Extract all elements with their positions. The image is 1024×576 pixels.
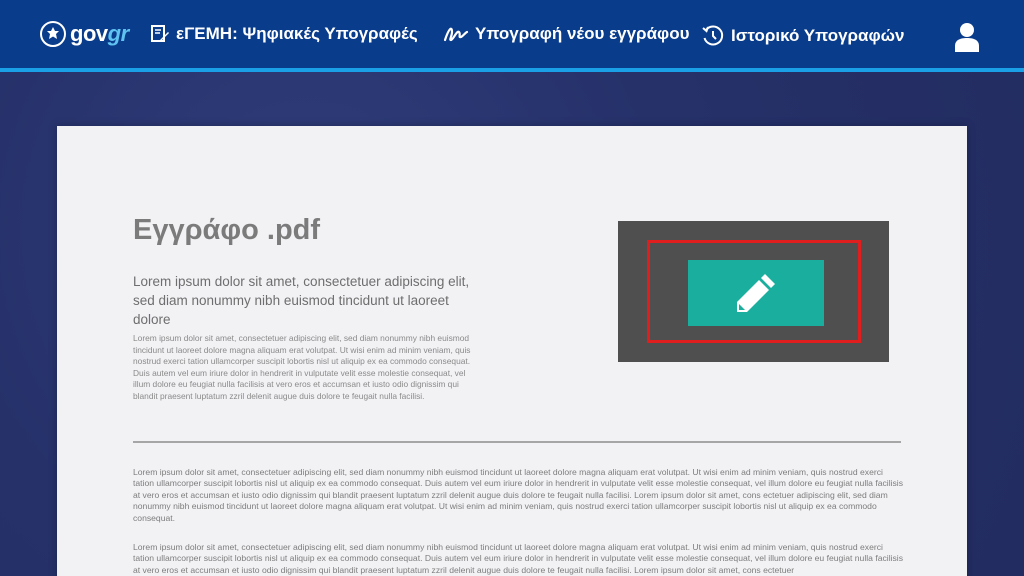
greek-emblem-icon xyxy=(40,21,66,47)
sign-document-button[interactable] xyxy=(688,260,824,326)
nav-label: Ιστορικό Υπογραφών xyxy=(731,26,905,45)
section-divider xyxy=(133,441,901,443)
pencil-icon xyxy=(737,274,775,312)
document-body-paragraph: Lorem ipsum dolor sit amet, consectetuer… xyxy=(133,467,904,523)
highlight-frame xyxy=(647,240,861,343)
document-body-paragraph: Lorem ipsum dolor sit amet, consectetuer… xyxy=(133,542,904,575)
nav-item-egemi-signatures[interactable]: εΓΕΜΗ: Ψηφιακές Υπογραφές xyxy=(150,24,418,44)
document-title: Εγγράφο .pdf xyxy=(133,214,321,246)
signature-icon xyxy=(443,27,469,42)
nav-label: Υπογραφή νέου εγγράφου xyxy=(475,24,690,43)
nav-item-sign-new-document[interactable]: Υπογραφή νέου εγγράφου xyxy=(443,24,689,44)
document-subtitle: Lorem ipsum dolor sit amet, consectetuer… xyxy=(133,274,470,327)
history-clock-icon xyxy=(702,25,724,46)
document-intro-paragraph: Lorem ipsum dolor sit amet, consectetuer… xyxy=(133,333,471,401)
document-preview: Εγγράφο .pdf Lorem ipsum dolor sit amet,… xyxy=(57,126,967,576)
nav-label: εΓΕΜΗ: Ψηφιακές Υπογραφές xyxy=(176,24,418,43)
signature-panel xyxy=(618,221,889,362)
nav-item-signature-history[interactable]: Ιστορικό Υπογραφών xyxy=(701,24,904,48)
logo-text: govgr xyxy=(70,21,129,46)
top-navigation-bar: govgr εΓΕΜΗ: Ψηφιακές Υπογραφές Υπογραφή… xyxy=(0,0,1024,72)
document-sign-icon xyxy=(151,25,169,42)
user-icon[interactable] xyxy=(954,22,980,52)
govgr-logo[interactable]: govgr xyxy=(40,21,129,47)
